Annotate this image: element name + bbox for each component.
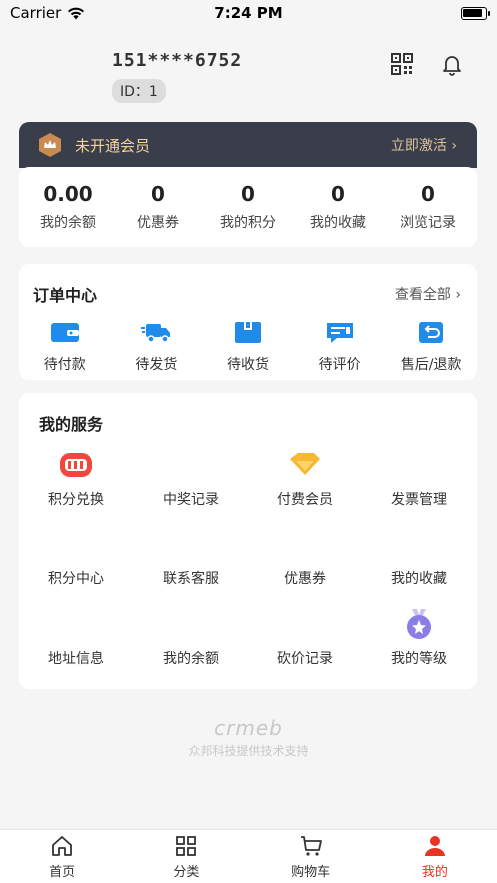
stats-row: 0.00 我的余额 0 优惠券 0 我的积分 0 我的收藏 0 浏览记录: [19, 167, 477, 247]
tab-label: 购物车: [291, 864, 331, 880]
tab-label: 我的: [421, 864, 448, 880]
wallet-icon: [50, 323, 79, 342]
status-left: Carrier: [10, 4, 150, 22]
qr-code-icon[interactable]: [390, 52, 414, 76]
service-invoice[interactable]: 发票管理: [362, 489, 476, 509]
order-label: 售后/退款: [400, 357, 462, 373]
vip-left: 未开通会员: [37, 132, 150, 158]
chevron-right-icon: ›: [455, 287, 461, 303]
tab-label: 首页: [49, 864, 76, 880]
status-right: [347, 6, 490, 20]
bottom-tab-bar: 首页 分类 购物车 我的: [0, 829, 497, 883]
stat-value: 0: [421, 182, 435, 206]
bell-icon[interactable]: [440, 52, 464, 76]
stat-coupons[interactable]: 0 优惠券: [113, 182, 203, 232]
order-label: 待评价: [318, 357, 361, 373]
stat-label: 优惠券: [137, 215, 179, 231]
service-coupons[interactable]: 优惠券: [248, 568, 362, 588]
status-time: 7:24 PM: [214, 4, 283, 22]
order-to-ship[interactable]: 待发货: [111, 320, 203, 374]
stat-label: 我的余额: [40, 215, 96, 231]
service-address[interactable]: 地址信息: [19, 648, 133, 668]
chevron-right-icon: ›: [451, 138, 457, 154]
my-level-icon-wrap: [362, 608, 476, 640]
wifi-icon: [68, 7, 85, 19]
view-all-orders-link[interactable]: 查看全部 ›: [395, 284, 461, 304]
points-exchange-icon: [60, 453, 92, 477]
service-bargain-records[interactable]: 砍价记录: [248, 648, 362, 668]
points-exchange-icon-wrap: [19, 449, 133, 479]
crmeb-logo: crmeb: [214, 716, 283, 740]
activate-vip-link[interactable]: 立即激活 ›: [391, 135, 457, 155]
stat-label: 浏览记录: [400, 215, 456, 231]
order-status-row: 待付款 待发货 待收货 待评价 售后/退款: [19, 320, 477, 374]
order-title: 订单中心: [33, 286, 98, 305]
truck-icon: [141, 324, 171, 343]
diamond-icon: [290, 453, 320, 475]
box-icon: [234, 322, 261, 343]
user-icon: [424, 835, 445, 856]
view-all-label: 查看全部: [394, 287, 451, 303]
tab-label: 分类: [173, 864, 200, 880]
service-paid-member[interactable]: 付费会员: [248, 489, 362, 509]
stat-history[interactable]: 0 浏览记录: [383, 182, 473, 232]
order-label: 待付款: [43, 357, 86, 373]
activate-label: 立即激活: [390, 138, 447, 154]
vip-title: 未开通会员: [75, 136, 151, 155]
battery-icon: [460, 6, 490, 20]
tab-cart[interactable]: 购物车: [249, 830, 373, 883]
service-points-exchange[interactable]: 积分兑换: [19, 489, 133, 509]
order-unpaid[interactable]: 待付款: [19, 320, 111, 374]
service-balance[interactable]: 我的余额: [134, 648, 248, 668]
user-phone[interactable]: 151****6752: [112, 50, 242, 71]
medal-icon: [407, 609, 431, 639]
stat-label: 我的收藏: [310, 215, 366, 231]
vip-banner[interactable]: 未开通会员 立即激活 ›: [19, 122, 477, 168]
services-card: 我的服务 积分兑换 中奖记录 付费会员 发票管理 积分中心 联系客服 优惠券 我…: [19, 393, 477, 689]
tab-home[interactable]: 首页: [0, 830, 124, 883]
order-header: 订单中心 查看全部 ›: [19, 264, 477, 306]
stat-value: 0: [151, 182, 165, 206]
user-id-badge: ID：1: [112, 79, 166, 103]
service-points-center[interactable]: 积分中心: [19, 568, 133, 588]
tab-my[interactable]: 我的: [373, 830, 497, 883]
carrier-label: Carrier: [10, 4, 62, 22]
services-title: 我的服务: [39, 415, 104, 434]
stat-value: 0: [241, 182, 255, 206]
stat-favorites[interactable]: 0 我的收藏: [293, 182, 383, 232]
service-customer-support[interactable]: 联系客服: [134, 568, 248, 588]
tech-support-text: 众邦科技提供技术支持: [188, 744, 309, 758]
order-to-receive[interactable]: 待收货: [202, 320, 294, 374]
cart-icon: [300, 835, 322, 856]
stat-label: 我的积分: [220, 215, 276, 231]
stat-balance[interactable]: 0.00 我的余额: [23, 182, 113, 232]
footer-brand: crmeb 众邦科技提供技术支持: [0, 716, 497, 759]
battery-fill: [463, 9, 483, 17]
member-card: 未开通会员 立即激活 › 0.00 我的余额 0 优惠券 0 我的积分 0 我的…: [19, 122, 477, 247]
tab-category[interactable]: 分类: [124, 830, 248, 883]
stat-value: 0.00: [43, 182, 93, 206]
service-my-level[interactable]: 我的等级: [362, 648, 476, 668]
order-to-review[interactable]: 待评价: [294, 320, 386, 374]
category-icon: [176, 835, 197, 856]
status-bar: Carrier 7:24 PM: [0, 0, 497, 26]
order-label: 待收货: [226, 357, 269, 373]
review-icon: [326, 323, 353, 343]
paid-member-icon-wrap: [248, 449, 362, 479]
service-prize-records[interactable]: 中奖记录: [134, 489, 248, 509]
home-icon: [52, 835, 73, 856]
service-favorites[interactable]: 我的收藏: [362, 568, 476, 588]
order-after-sale[interactable]: 售后/退款: [385, 320, 477, 374]
stat-points[interactable]: 0 我的积分: [203, 182, 293, 232]
profile-header: 151****6752 ID：1: [0, 26, 497, 121]
order-label: 待发货: [135, 357, 178, 373]
refund-icon: [419, 322, 444, 343]
crown-icon: [39, 133, 61, 157]
order-center-card: 订单中心 查看全部 › 待付款 待发货 待收货 待评价 售后/退款: [19, 264, 477, 380]
stat-value: 0: [331, 182, 345, 206]
